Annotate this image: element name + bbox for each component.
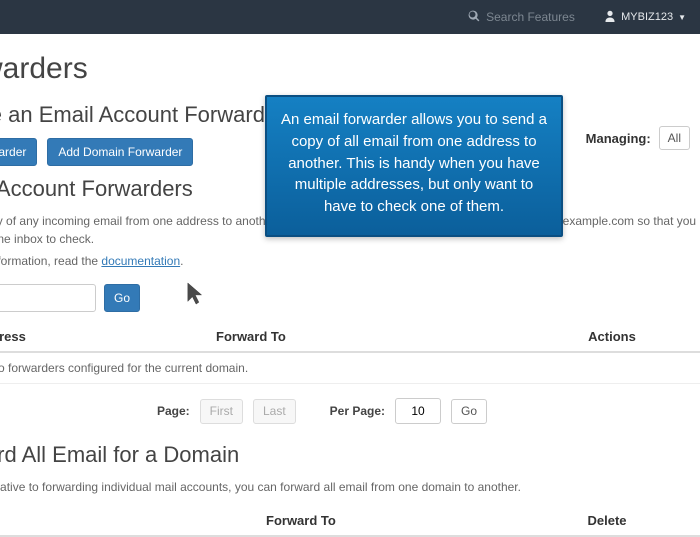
page-last-button[interactable]: Last bbox=[253, 399, 296, 423]
col-forward-to: Forward To bbox=[216, 329, 516, 344]
user-menu[interactable]: MYBIZ123 ▼ bbox=[604, 10, 686, 25]
list-search-input[interactable] bbox=[0, 284, 96, 312]
pager: Page: First Last Per Page: Go bbox=[0, 384, 700, 432]
section-domain-desc: As an alternative to forwarding individu… bbox=[0, 478, 700, 496]
perpage-label: Per Page: bbox=[330, 404, 385, 418]
pager-go-button[interactable]: Go bbox=[451, 399, 487, 423]
list-search-go-button[interactable]: Go bbox=[104, 284, 140, 312]
user-icon bbox=[604, 10, 616, 25]
section-domain-title: Forward All Email for a Domain bbox=[0, 442, 700, 468]
add-domain-forwarder-button[interactable]: Add Domain Forwarder bbox=[47, 138, 193, 166]
col-delete: Delete bbox=[506, 513, 700, 528]
list-search-row: Go bbox=[0, 284, 700, 312]
col-domain-forward-to: Forward To bbox=[266, 513, 506, 528]
domain-table-header: Domain Forward To Delete bbox=[0, 506, 700, 537]
add-forwarder-button[interactable]: Add Forwarder bbox=[0, 138, 37, 166]
caret-down-icon: ▼ bbox=[678, 13, 686, 22]
search-icon bbox=[468, 10, 480, 25]
perpage-input[interactable] bbox=[395, 398, 441, 424]
topbar: MYBIZ123 ▼ bbox=[0, 0, 700, 34]
documentation-link[interactable]: documentation bbox=[101, 254, 180, 268]
page-title: Forwarders bbox=[0, 52, 700, 86]
managing-control: Managing: All bbox=[586, 126, 690, 150]
forwarders-table-empty: There are no forwarders configured for t… bbox=[0, 353, 700, 384]
search-input[interactable] bbox=[486, 10, 586, 24]
col-email-address: Email Address bbox=[0, 329, 216, 344]
managing-select[interactable]: All bbox=[659, 126, 690, 150]
col-domain: Domain bbox=[0, 513, 266, 528]
page-first-button[interactable]: First bbox=[200, 399, 243, 423]
username-label: MYBIZ123 bbox=[621, 11, 673, 23]
col-actions: Actions bbox=[516, 329, 700, 344]
managing-label: Managing: bbox=[586, 131, 651, 146]
section-list-desc2: For more information, read the documenta… bbox=[0, 252, 700, 270]
page-label: Page: bbox=[157, 404, 190, 418]
search-wrap bbox=[468, 10, 586, 25]
forwarders-table-header: Email Address Forward To Actions bbox=[0, 322, 700, 353]
tutorial-callout: An email forwarder allows you to send a … bbox=[265, 95, 563, 237]
